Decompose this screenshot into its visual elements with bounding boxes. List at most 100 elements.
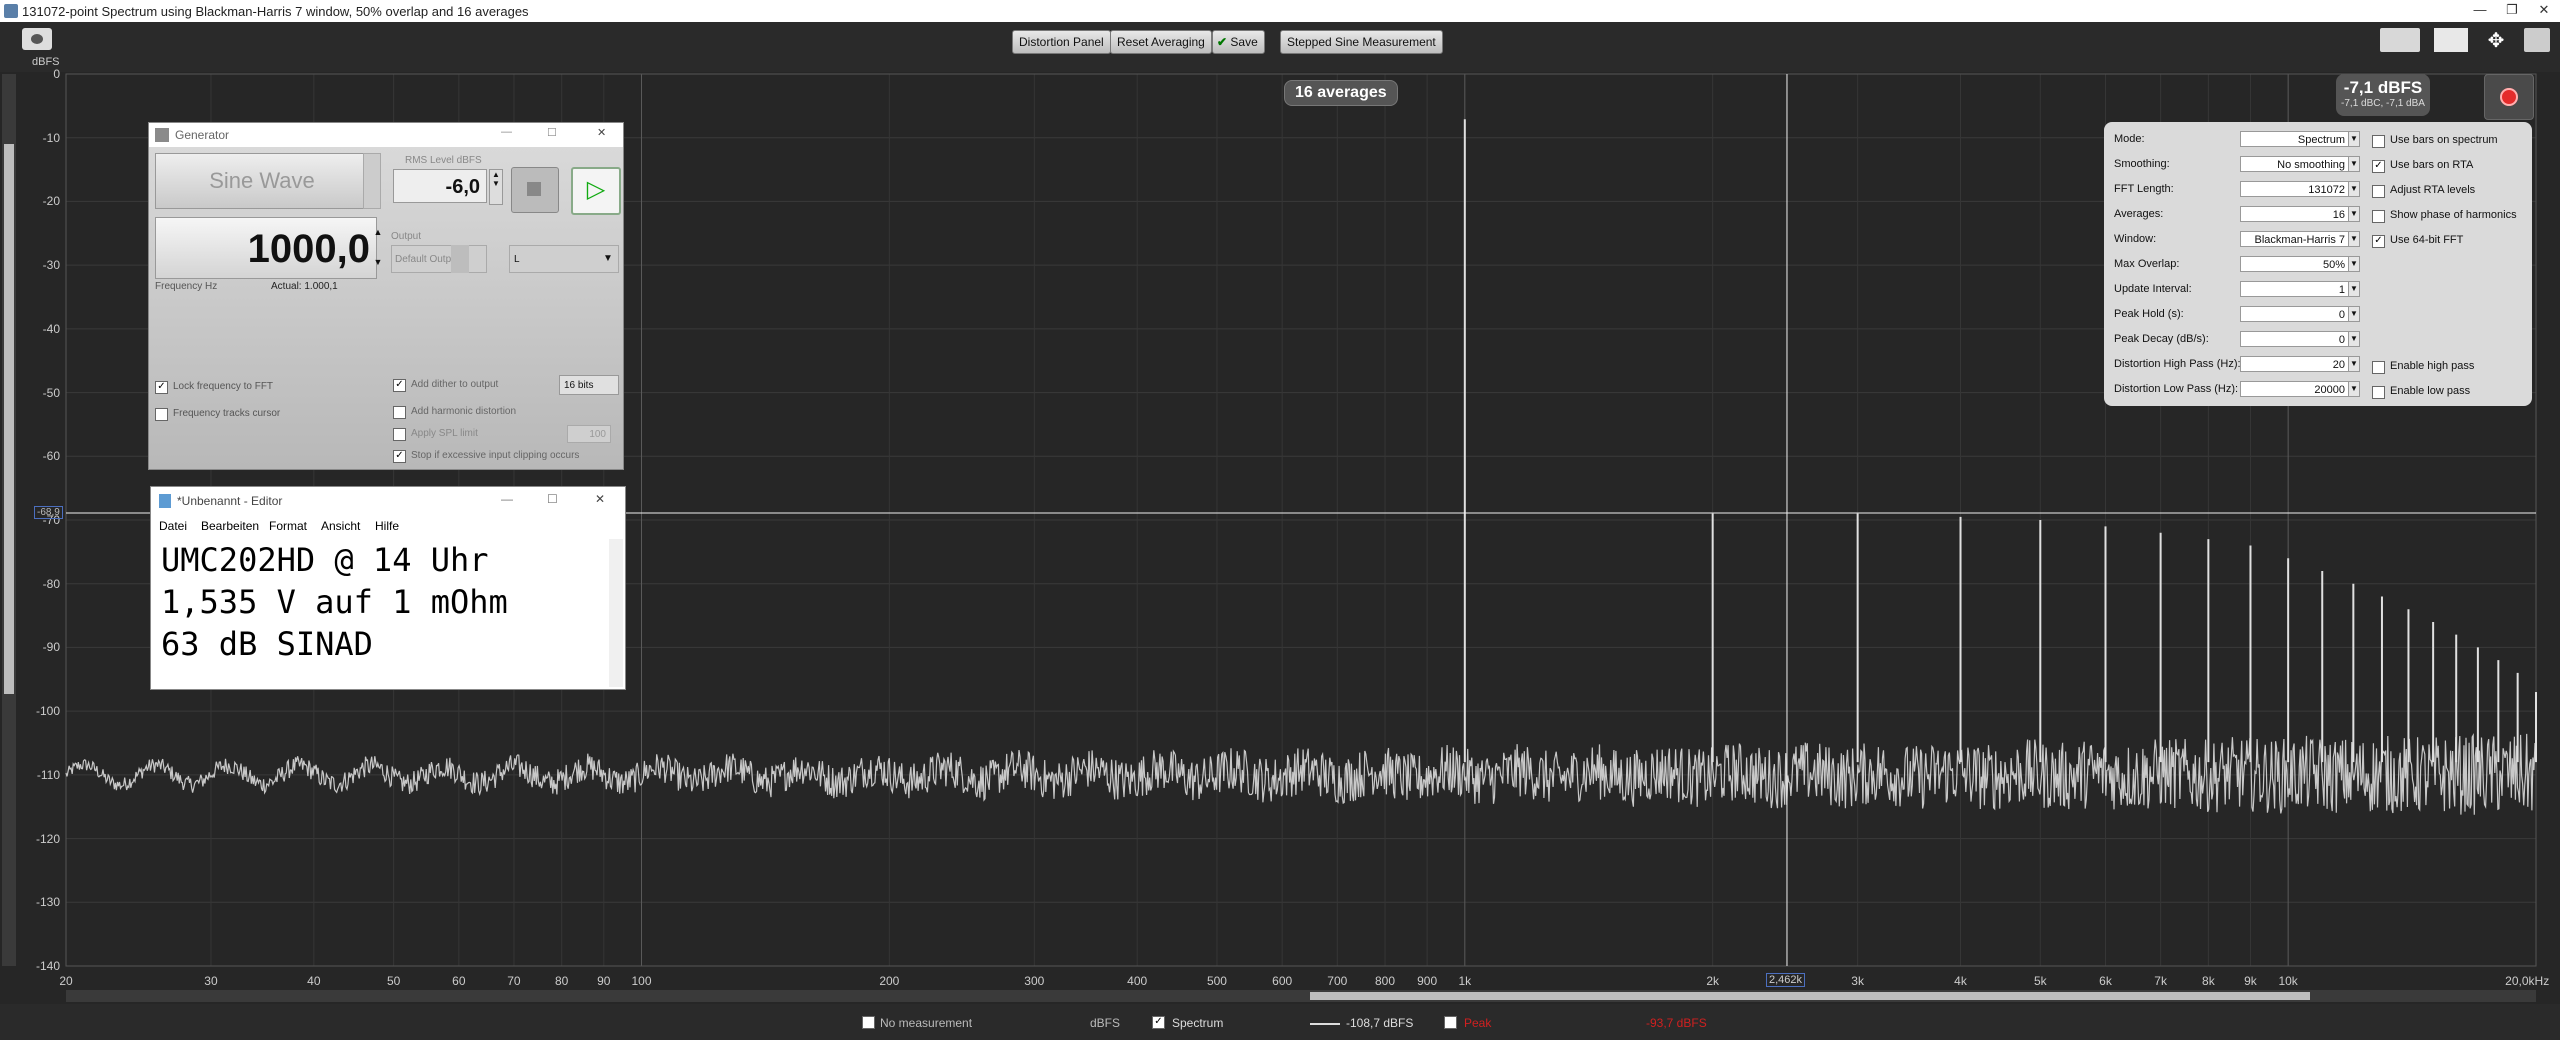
bits-select[interactable]: 16 bits — [559, 375, 619, 395]
spectrum-checkbox[interactable]: ✓ — [1152, 1016, 1165, 1029]
y-tick-label: -30 — [42, 258, 60, 273]
waveform-select[interactable]: Sine Wave — [155, 153, 369, 209]
frequency-stepper[interactable]: ▲ ▼ — [371, 217, 385, 279]
app-icon — [4, 4, 18, 18]
setting-dropdown-arrow[interactable]: ▼ — [2348, 256, 2360, 272]
setting-label: Max Overlap: — [2114, 258, 2180, 270]
setting-checkbox[interactable] — [2372, 210, 2385, 223]
enable-high-pass-checkbox[interactable] — [2372, 361, 2385, 374]
setting-value[interactable]: 20 — [2240, 356, 2350, 372]
setting-checkbox[interactable] — [2372, 135, 2385, 148]
stop-clipping-label: Stop if excessive input clipping occurs — [411, 450, 580, 461]
stop-icon — [527, 182, 541, 196]
setting-checkbox[interactable] — [2372, 185, 2385, 198]
lock-frequency-checkbox[interactable]: ✓ — [155, 381, 168, 394]
toolbar: Distortion Panel Reset Averaging ✔ Save … — [0, 22, 2560, 72]
x-tick-label: 20 — [59, 974, 73, 988]
generator-close[interactable]: ✕ — [597, 126, 606, 139]
frequency-input[interactable]: 1000,0 — [155, 217, 377, 279]
editor-minimize[interactable]: — — [501, 492, 513, 506]
setting-dropdown-arrow[interactable]: ▼ — [2348, 381, 2360, 397]
output-device-select[interactable]: Default Output — [391, 245, 487, 273]
stop-clipping-checkbox[interactable]: ✓ — [393, 450, 406, 463]
menu-datei[interactable]: Datei — [159, 519, 187, 533]
fit-arrows-icon[interactable]: ✥ — [2478, 28, 2514, 52]
play-button[interactable]: ▷ — [571, 167, 621, 215]
setting-value[interactable]: 131072 — [2240, 181, 2350, 197]
layout-icon[interactable] — [2380, 28, 2420, 52]
x-tick-label: 1k — [1458, 974, 1472, 988]
x-tick-label: 50 — [386, 974, 401, 988]
distortion-panel-button[interactable]: Distortion Panel — [1012, 30, 1111, 54]
editor-maximize[interactable]: ☐ — [547, 492, 558, 506]
setting-value[interactable]: 0 — [2240, 331, 2350, 347]
setting-value[interactable]: 50% — [2240, 256, 2350, 272]
spectrum-label: Spectrum — [1172, 1016, 1224, 1030]
stepped-sine-button[interactable]: Stepped Sine Measurement — [1280, 30, 1443, 54]
rms-level-input[interactable]: -6,0 — [393, 169, 487, 203]
rms-stepper[interactable]: ▲ ▼ — [489, 169, 503, 205]
setting-checkbox[interactable]: ✓ — [2372, 160, 2385, 173]
restore-button[interactable]: ❐ — [2497, 2, 2527, 20]
setting-value[interactable]: 20000 — [2240, 381, 2350, 397]
spl-limit-input[interactable]: 100 — [567, 425, 611, 443]
setting-dropdown-arrow[interactable]: ▼ — [2348, 356, 2360, 372]
generator-maximize[interactable]: ☐ — [547, 126, 557, 139]
stop-button[interactable] — [511, 167, 559, 213]
x-tick-label: 200 — [879, 974, 900, 988]
menu-format[interactable]: Format — [269, 519, 307, 533]
editor-titlebar: *Unbenannt - Editor — ☐ ✕ — [151, 487, 625, 515]
x-tick-label: 4k — [1954, 974, 1967, 988]
setting-dropdown-arrow[interactable]: ▼ — [2348, 156, 2360, 172]
menu-bearbeiten[interactable]: Bearbeiten — [201, 519, 259, 533]
setting-value[interactable]: 1 — [2240, 281, 2350, 297]
setting-dropdown-arrow[interactable]: ▼ — [2348, 131, 2360, 147]
record-button[interactable] — [2484, 74, 2534, 120]
setting-value[interactable]: No smoothing — [2240, 156, 2350, 172]
noise-floor-line — [65, 732, 2537, 815]
channel-arrow-icon[interactable]: ▼ — [603, 253, 613, 264]
y-tick-label: -50 — [42, 385, 60, 400]
add-dither-checkbox[interactable]: ✓ — [393, 379, 406, 392]
no-measurement-checkbox[interactable] — [862, 1016, 875, 1029]
setting-dropdown-arrow[interactable]: ▼ — [2348, 281, 2360, 297]
output-device-arrow[interactable] — [451, 245, 469, 273]
close-button[interactable]: ✕ — [2529, 2, 2559, 20]
setting-dropdown-arrow[interactable]: ▼ — [2348, 181, 2360, 197]
apply-spl-checkbox[interactable] — [393, 428, 406, 441]
setting-dropdown-arrow[interactable]: ▼ — [2348, 231, 2360, 247]
vertical-scrollbar[interactable] — [2, 74, 16, 966]
editor-close[interactable]: ✕ — [595, 492, 605, 506]
setting-checkbox-label: Use bars on RTA — [2390, 159, 2474, 171]
enable-low-pass-label: Enable low pass — [2390, 385, 2471, 397]
setting-value[interactable]: 0 — [2240, 306, 2350, 322]
minimize-button[interactable]: — — [2465, 2, 2495, 20]
camera-icon[interactable] — [22, 28, 52, 50]
enable-low-pass-checkbox[interactable] — [2372, 386, 2385, 399]
menu-hilfe[interactable]: Hilfe — [375, 519, 399, 533]
frequency-tracks-checkbox[interactable] — [155, 408, 168, 421]
peak-checkbox[interactable] — [1444, 1016, 1457, 1029]
setting-dropdown-arrow[interactable]: ▼ — [2348, 306, 2360, 322]
x-tick-label: 10k — [2278, 974, 2298, 988]
horizontal-scrollbar[interactable] — [66, 990, 2536, 1002]
add-harmonic-checkbox[interactable] — [393, 406, 406, 419]
setting-value[interactable]: Blackman-Harris 7 — [2240, 231, 2350, 247]
editor-scrollbar[interactable] — [609, 539, 623, 687]
setting-dropdown-arrow[interactable]: ▼ — [2348, 206, 2360, 222]
rms-label: RMS Level dBFS — [405, 155, 482, 166]
reset-averaging-button[interactable]: Reset Averaging — [1110, 30, 1212, 54]
setting-checkbox[interactable]: ✓ — [2372, 235, 2385, 248]
generator-minimize[interactable]: — — [501, 126, 512, 138]
setting-value[interactable]: Spectrum — [2240, 131, 2350, 147]
save-button[interactable]: ✔ Save — [1212, 30, 1265, 54]
gear-icon[interactable] — [2524, 28, 2550, 52]
setting-dropdown-arrow[interactable]: ▼ — [2348, 331, 2360, 347]
waveform-dropdown-arrow[interactable] — [363, 153, 381, 209]
setting-value[interactable]: 16 — [2240, 206, 2350, 222]
editor-text-area[interactable]: UMC202HD @ 14 Uhr 1,535 V auf 1 mOhm 63 … — [161, 539, 508, 665]
peak-value: -93,7 dBFS — [1646, 1016, 1707, 1030]
menu-ansicht[interactable]: Ansicht — [321, 519, 360, 533]
columns-icon[interactable] — [2434, 28, 2468, 52]
no-measurement-unit: dBFS — [1090, 1016, 1121, 1030]
